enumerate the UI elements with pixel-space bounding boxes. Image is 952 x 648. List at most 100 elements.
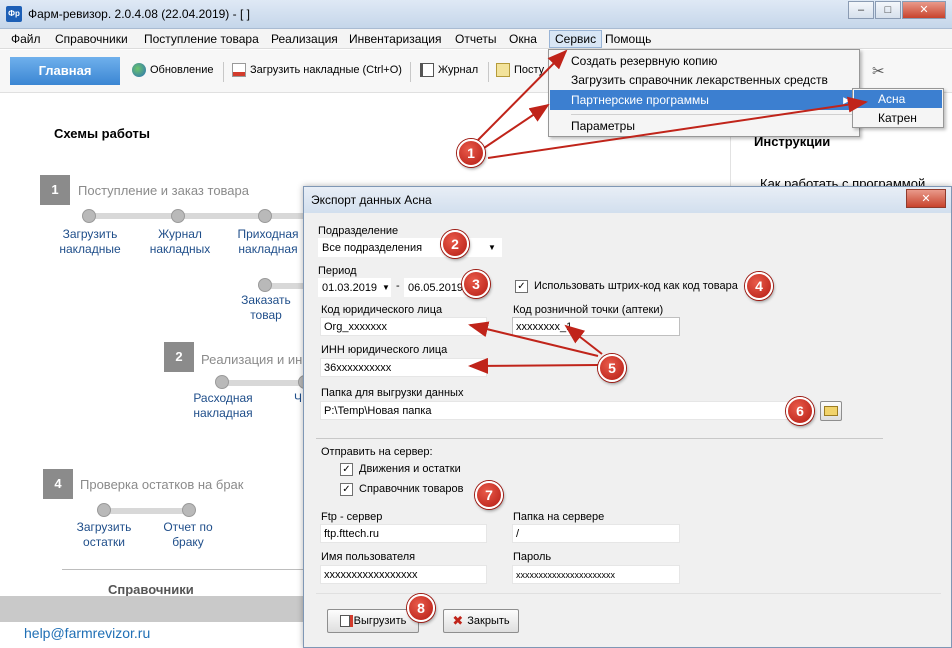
divider	[62, 569, 312, 570]
username-input[interactable]: xxxxxxxxxxxxxxxxx	[320, 565, 487, 584]
menu-reports[interactable]: Отчеты	[450, 31, 501, 47]
movements-checkbox[interactable]: ✓	[340, 463, 353, 476]
node-outgoing-invoice[interactable]	[215, 375, 229, 389]
close-window-button[interactable]: ✕	[902, 1, 946, 19]
menu-separator	[571, 114, 857, 115]
node-load-invoices[interactable]	[82, 209, 96, 223]
node-incoming-invoice[interactable]	[258, 209, 272, 223]
window-title: Фарм-ревизор. 2.0.4.08 (22.04.2019) - [ …	[28, 7, 250, 21]
legal-code-value: Org_xxxxxxx	[324, 321, 387, 333]
submenu-item-asna[interactable]: Асна	[854, 90, 942, 108]
division-value: Все подразделения	[322, 242, 423, 254]
period-from-date[interactable]: 01.03.2019	[318, 278, 391, 297]
close-button-label: Закрыть	[467, 615, 510, 627]
refresh-button[interactable]: Обновление	[132, 63, 214, 77]
journal-icon	[420, 63, 434, 77]
server-folder-value: /	[516, 528, 520, 540]
use-barcode-checkbox[interactable]: ✓	[515, 280, 528, 293]
node-invoice-journal[interactable]	[171, 209, 185, 223]
node-order-goods[interactable]	[258, 278, 272, 292]
menu-service[interactable]: Сервис	[549, 30, 603, 48]
inn-value: 36xxxxxxxxxx	[324, 362, 392, 374]
menu-goods-receipt[interactable]: Поступление товара	[139, 31, 264, 47]
tools-button[interactable]: ✂	[872, 62, 885, 80]
legal-code-label: Код юридического лица	[321, 304, 443, 316]
node-defect-report-label[interactable]: Отчет по браку	[150, 520, 226, 550]
chevron-down-icon[interactable]: ▼	[488, 243, 496, 252]
division-select[interactable]: Все подразделения	[318, 238, 502, 257]
refresh-label: Обновление	[150, 64, 214, 76]
node-outgoing-invoice-label[interactable]: Расходная накладная	[185, 391, 261, 421]
legal-code-input[interactable]: Org_xxxxxxx	[320, 317, 487, 336]
maximize-button[interactable]: □	[875, 1, 901, 19]
support-email-link[interactable]: help@farmrevizor.ru	[24, 625, 150, 641]
node-load-invoices-label[interactable]: Загрузить накладные	[52, 227, 128, 257]
export-asna-dialog: Экспорт данных Асна ✕ Подразделение Все …	[303, 186, 952, 648]
menu-item-load-drug-reference[interactable]: Загрузить справочник лекарственных средс…	[571, 73, 828, 87]
globe-icon	[132, 63, 146, 77]
tools-icon: ✂	[872, 63, 885, 80]
inn-input[interactable]: 36xxxxxxxxxx	[320, 358, 487, 377]
period-to-date[interactable]: 06.05.2019	[404, 278, 467, 297]
goods-reference-checkbox[interactable]: ✓	[340, 483, 353, 496]
menu-windows[interactable]: Окна	[504, 31, 542, 47]
submenu-item-katren[interactable]: Катрен	[854, 109, 942, 127]
step-1-track	[90, 213, 305, 219]
menu-file[interactable]: Файл	[6, 31, 46, 47]
submenu-arrow-icon: ▶	[843, 95, 850, 105]
node-incoming-invoice-label[interactable]: Приходная накладная	[230, 227, 306, 257]
username-value: xxxxxxxxxxxxxxxxx	[324, 569, 418, 581]
retail-code-input[interactable]: xxxxxxxx_1	[512, 317, 680, 336]
receipt-button[interactable]: Посту	[496, 63, 544, 77]
schemes-title: Схемы работы	[54, 126, 150, 141]
send-to-server-label: Отправить на сервер:	[321, 446, 433, 458]
password-input[interactable]: xxxxxxxxxxxxxxxxxxxxxx	[512, 565, 680, 584]
goods-reference-label: Справочник товаров	[359, 483, 464, 495]
folder-value: P:\Temp\Новая папка	[324, 405, 432, 417]
menu-sales[interactable]: Реализация	[266, 31, 343, 47]
menu-references[interactable]: Справочники	[50, 31, 133, 47]
node-order-goods-label[interactable]: Заказать товар	[228, 293, 304, 323]
node-load-stock-label[interactable]: Загрузить остатки	[66, 520, 142, 550]
title-bar: Фр Фарм-ревизор. 2.0.4.08 (22.04.2019) -…	[0, 0, 952, 29]
period-dash: -	[396, 280, 400, 292]
marker-8: 8	[407, 594, 435, 622]
ftp-server-value: ftp.fttech.ru	[324, 528, 380, 540]
menu-help[interactable]: Помощь	[600, 31, 656, 47]
load-invoices-button[interactable]: Загрузить накладные (Ctrl+O)	[232, 63, 402, 77]
partner-programs-label: Партнерские программы	[571, 93, 709, 107]
server-folder-input[interactable]: /	[512, 524, 680, 543]
receipt-icon	[496, 63, 510, 77]
folder-input[interactable]: P:\Temp\Новая папка	[320, 401, 800, 420]
period-label: Период	[318, 265, 357, 277]
partner-submenu: Асна Катрен	[852, 88, 944, 128]
menu-inventory[interactable]: Инвентаризация	[344, 31, 446, 47]
marker-3: 3	[462, 270, 490, 298]
close-button[interactable]: ✖ Закрыть	[443, 609, 519, 633]
journal-label: Журнал	[438, 64, 479, 76]
folder-label: Папка для выгрузки данных	[321, 387, 464, 399]
export-button[interactable]: Выгрузить	[327, 609, 419, 633]
menu-bar: Файл Справочники Поступление товара Реал…	[0, 29, 952, 49]
dialog-close-button[interactable]: ✕	[906, 189, 946, 208]
node-defect-report[interactable]	[182, 503, 196, 517]
journal-button[interactable]: Журнал	[420, 63, 478, 77]
ftp-server-input[interactable]: ftp.fttech.ru	[320, 524, 487, 543]
service-menu-dropdown: Создать резервную копию Загрузить справо…	[548, 49, 860, 137]
menu-item-partner-programs[interactable]: Партнерские программы ▶	[550, 90, 858, 110]
calendar-dropdown-icon[interactable]: ▼	[382, 283, 390, 292]
tab-main[interactable]: Главная	[10, 57, 120, 85]
menu-item-parameters[interactable]: Параметры	[571, 119, 635, 133]
inn-label: ИНН юридического лица	[321, 344, 448, 356]
minimize-button[interactable]: –	[848, 1, 874, 19]
menu-item-backup[interactable]: Создать резервную копию	[571, 54, 717, 68]
browse-folder-button[interactable]	[820, 401, 842, 421]
marker-6: 6	[786, 397, 814, 425]
toolbar-separator	[410, 62, 411, 82]
password-value: xxxxxxxxxxxxxxxxxxxxxx	[516, 570, 615, 580]
node-invoice-journal-label[interactable]: Журнал накладных	[142, 227, 218, 257]
dialog-title: Экспорт данных Асна	[311, 193, 432, 207]
node-load-stock[interactable]	[97, 503, 111, 517]
footer-divider	[316, 593, 941, 594]
step-2-title: Реализация и ин	[201, 352, 303, 367]
